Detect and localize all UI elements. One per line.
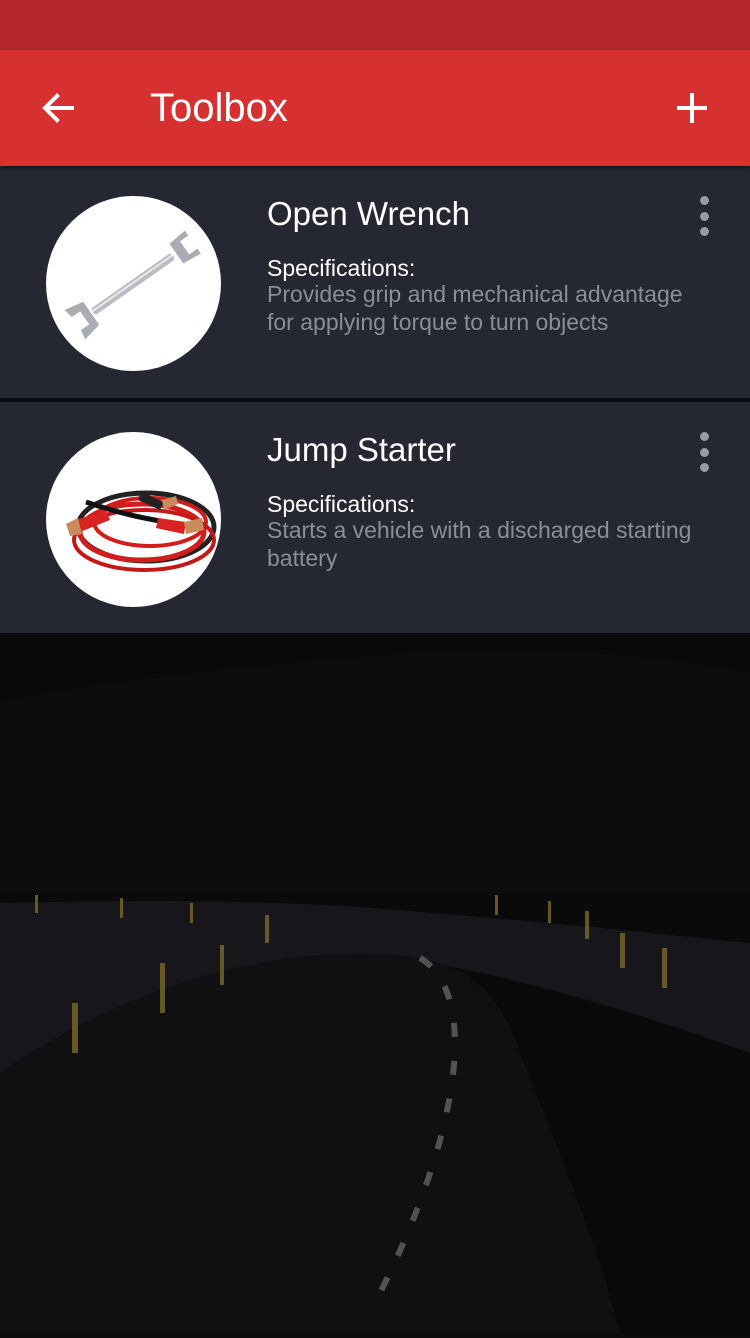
arrow-left-icon: [42, 93, 74, 123]
spec-text: Provides grip and mechanical advantage f…: [267, 281, 683, 335]
spec-label: Specifications:: [267, 255, 416, 281]
jumper-cables-image: [46, 432, 221, 607]
tool-list: Open Wrench Specifications: Provides gri…: [0, 166, 750, 634]
more-vert-icon: [699, 432, 709, 441]
more-vert-icon: [699, 196, 709, 205]
spec-label: Specifications:: [267, 491, 416, 517]
item-title: Open Wrench: [267, 195, 470, 232]
add-button[interactable]: [664, 80, 720, 136]
back-button[interactable]: [30, 80, 86, 136]
status-bar: [0, 0, 750, 50]
item-title: Jump Starter: [267, 431, 456, 468]
spec-text: Starts a vehicle with a discharged start…: [267, 517, 692, 571]
plus-icon: [677, 93, 707, 123]
more-options-button[interactable]: [688, 196, 720, 236]
app-bar: Toolbox: [0, 50, 750, 166]
more-options-button[interactable]: [688, 432, 720, 472]
wrench-image: [46, 196, 221, 371]
background-road-image: [0, 633, 750, 1333]
list-item[interactable]: Open Wrench Specifications: Provides gri…: [0, 166, 750, 398]
list-item[interactable]: Jump Starter Specifications: Starts a ve…: [0, 402, 750, 634]
page-title: Toolbox: [150, 86, 288, 130]
